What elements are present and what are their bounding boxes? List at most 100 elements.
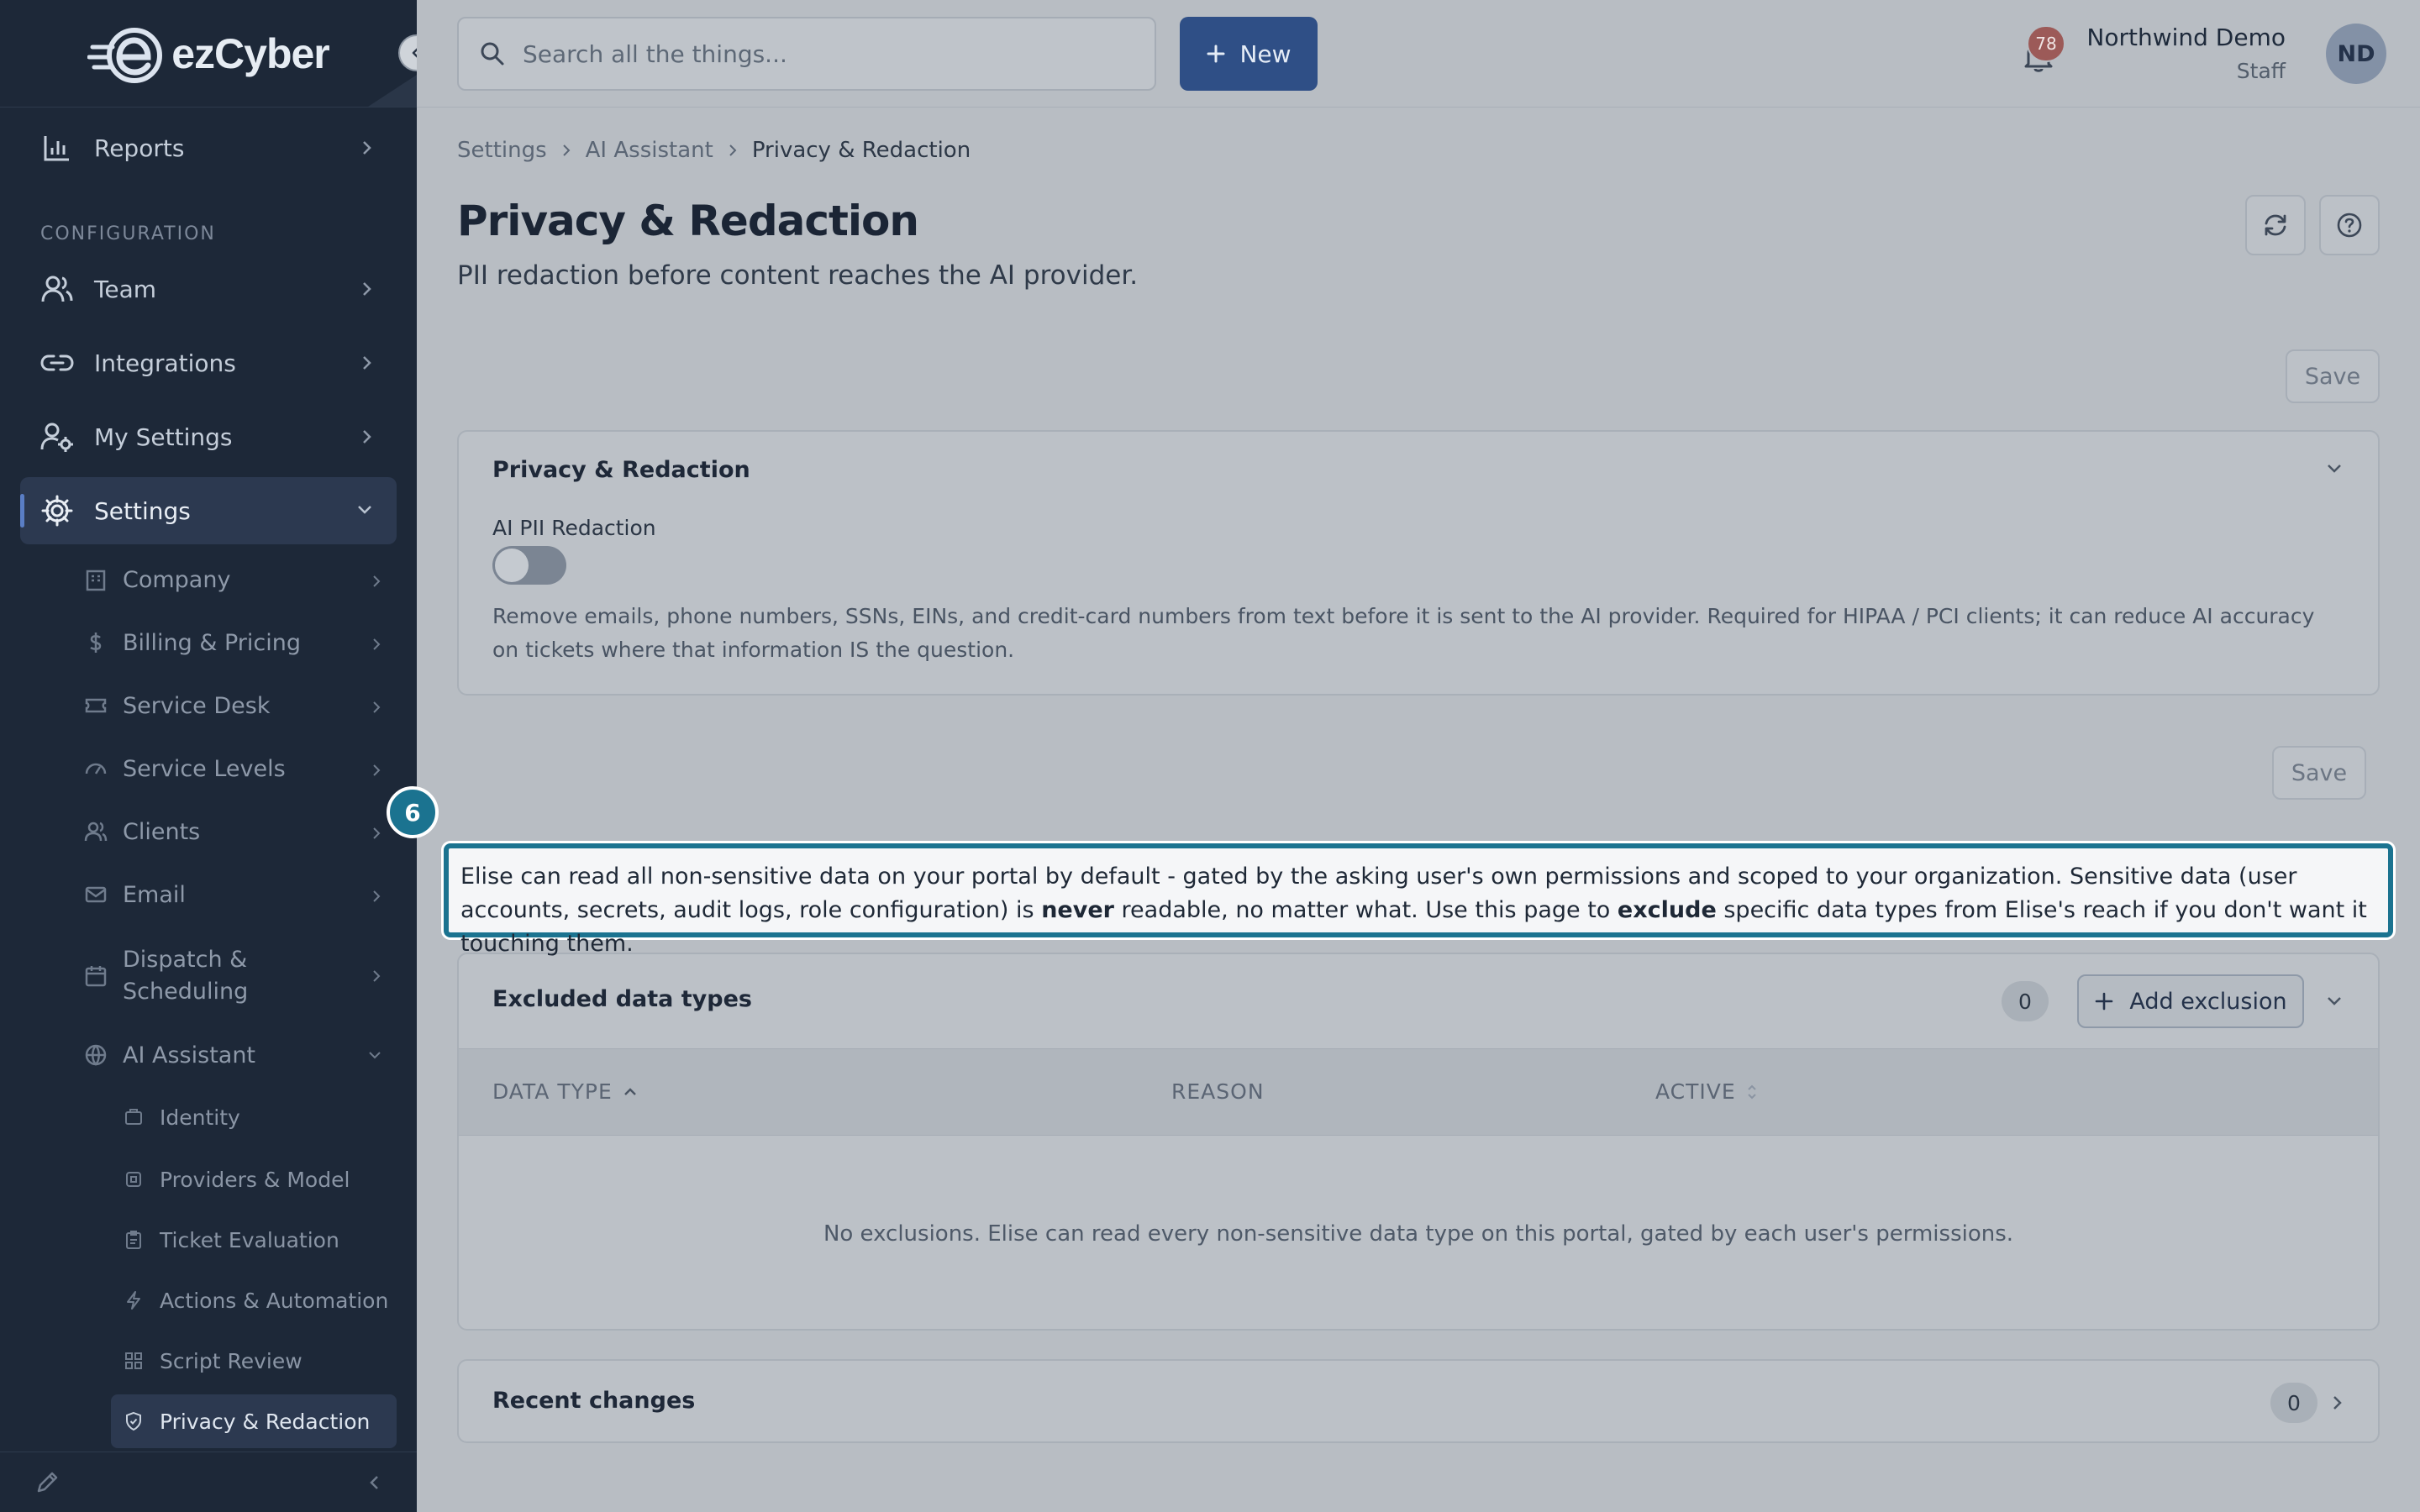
chevron-right-icon	[373, 764, 381, 776]
sidebar-item-service-desk[interactable]: Service Desk	[74, 679, 397, 732]
chevron-down-icon[interactable]	[2324, 993, 2344, 1010]
sidebar-item-privacy-redaction[interactable]: Privacy & Redaction	[111, 1394, 397, 1448]
chevron-right-icon	[373, 638, 381, 650]
breadcrumb: Settings AI Assistant Privacy & Redactio…	[457, 138, 971, 163]
search-box[interactable]	[457, 17, 1156, 91]
chevron-right-icon	[363, 282, 371, 296]
recent-changes-count-badge: 0	[2270, 1383, 2317, 1423]
sidebar-item-label: Service Levels	[123, 755, 286, 782]
breadcrumb-current: Privacy & Redaction	[751, 138, 971, 163]
exclusions-count-badge: 0	[2002, 981, 2049, 1021]
gear-icon	[40, 494, 74, 528]
search-input[interactable]	[523, 39, 1111, 68]
ticket-icon	[82, 692, 109, 719]
sidebar-item-label: Reports	[94, 134, 185, 162]
sidebar-item-label: Integrations	[94, 349, 236, 377]
chevron-down-icon[interactable]	[2324, 460, 2344, 477]
sidebar-item-label: Billing & Pricing	[123, 629, 302, 656]
shield-icon	[123, 1410, 145, 1432]
sidebar-item-clients[interactable]: Clients	[74, 805, 397, 858]
chevron-right-icon	[373, 890, 381, 902]
clients-icon	[82, 818, 109, 845]
sidebar-item-actions-automation[interactable]: Actions & Automation	[111, 1273, 397, 1327]
grid-icon	[123, 1350, 145, 1372]
help-icon	[2337, 213, 2362, 238]
sidebar-item-dispatch-scheduling[interactable]: Dispatch & Scheduling	[74, 942, 397, 1010]
save-button-top[interactable]: Save	[2286, 349, 2380, 403]
recent-changes-card[interactable]: Recent changes 0	[457, 1359, 2380, 1443]
ai-pii-redaction-toggle[interactable]	[492, 546, 566, 585]
sidebar-item-integrations[interactable]: Integrations	[20, 329, 397, 396]
sidebar-item-label: Providers & Model	[160, 1167, 350, 1192]
sidebar-item-label: Settings	[94, 496, 191, 525]
sidebar-item-billing-pricing[interactable]: Billing & Pricing	[74, 616, 397, 669]
empty-state-message: No exclusions. Elise can read every non-…	[823, 1221, 2014, 1247]
refresh-button[interactable]	[2245, 195, 2306, 255]
chevron-left-icon	[412, 48, 417, 58]
page-title: Privacy & Redaction	[457, 197, 919, 245]
user-name[interactable]: Northwind Demo	[2086, 24, 2286, 51]
save-button-bottom[interactable]: Save	[2272, 746, 2366, 800]
sidebar-item-label: Dispatch & Scheduling	[123, 947, 249, 1005]
logo[interactable]: ezCyber	[87, 24, 330, 84]
breadcrumb-settings[interactable]: Settings	[457, 138, 547, 163]
column-label: REASON	[1171, 1079, 1265, 1104]
column-header-data-type[interactable]: DATA TYPE	[492, 1079, 638, 1104]
sidebar-item-ticket-evaluation[interactable]: Ticket Evaluation	[111, 1213, 397, 1267]
sidebar-item-script-review[interactable]: Script Review	[111, 1334, 397, 1388]
notification-badge[interactable]: 78	[2027, 25, 2065, 62]
sidebar-item-label: My Settings	[94, 423, 233, 451]
chevron-right-icon[interactable]	[2329, 1393, 2344, 1413]
chevron-down-icon	[369, 1052, 381, 1059]
sidebar-item-email[interactable]: Email	[74, 868, 397, 921]
sidebar-item-label: Ticket Evaluation	[160, 1227, 339, 1252]
sidebar: ezCyber Reports CONFIGURATION Team Integ…	[0, 0, 417, 1512]
brand-name: ezCyber	[171, 29, 330, 77]
chevron-right-icon	[363, 141, 371, 155]
sidebar-item-label: Actions & Automation	[160, 1288, 389, 1313]
ai-pii-redaction-description: Remove emails, phone numbers, SSNs, EINs…	[492, 604, 2315, 662]
sidebar-item-my-settings[interactable]: My Settings	[20, 403, 397, 470]
avatar[interactable]: ND	[2326, 24, 2386, 84]
pencil-icon[interactable]	[34, 1469, 60, 1496]
add-exclusion-label: Add exclusion	[2129, 988, 2287, 1015]
sort-ascending-icon	[623, 1087, 636, 1095]
ai-pii-redaction-label: AI PII Redaction	[492, 516, 656, 540]
sort-icon	[1747, 1084, 1756, 1099]
sidebar-item-service-levels[interactable]: Service Levels	[74, 742, 397, 795]
logo-icon	[87, 27, 163, 83]
sidebar-item-ai-assistant[interactable]: AI Assistant	[74, 1028, 397, 1082]
plus-icon	[1207, 45, 1225, 63]
sidebar-item-providers-model[interactable]: Providers & Model	[111, 1152, 397, 1206]
breadcrumb-ai-assistant[interactable]: AI Assistant	[586, 138, 713, 163]
chip-icon	[123, 1168, 145, 1190]
sidebar-item-company[interactable]: Company	[74, 553, 397, 606]
sidebar-item-label: Script Review	[160, 1348, 302, 1373]
sidebar-item-settings[interactable]: Settings	[20, 477, 397, 544]
brand-header: ezCyber	[0, 0, 417, 108]
sidebar-item-identity[interactable]: Identity	[111, 1090, 397, 1144]
sidebar-item-label: Service Desk	[123, 692, 271, 719]
chevron-right-icon	[373, 701, 381, 713]
sidebar-collapse-button[interactable]	[398, 34, 417, 71]
help-button[interactable]	[2319, 195, 2380, 255]
column-header-reason: REASON	[1171, 1079, 1265, 1104]
chevron-right-icon	[560, 142, 572, 159]
link-icon	[40, 346, 74, 380]
calendar-icon	[82, 963, 109, 990]
user-cog-icon	[40, 420, 74, 454]
bolt-icon	[123, 1289, 145, 1311]
chevron-down-icon	[358, 506, 371, 514]
users-icon	[40, 272, 74, 306]
sidebar-item-reports[interactable]: Reports	[20, 114, 397, 181]
new-button[interactable]: New	[1180, 17, 1318, 91]
add-exclusion-button[interactable]: Add exclusion	[2077, 974, 2304, 1028]
callout-text: readable, no matter what. Use this page …	[1113, 897, 1618, 923]
sidebar-item-team[interactable]: Team	[20, 255, 397, 323]
search-icon	[481, 42, 504, 66]
chevron-left-icon[interactable]	[366, 1473, 383, 1493]
plus-icon	[2096, 992, 2113, 1011]
tour-callout: Elise can read all non-sensitive data on…	[444, 843, 2393, 957]
column-header-active[interactable]: ACTIVE	[1655, 1079, 1758, 1104]
callout-emphasis-never: never	[1041, 897, 1114, 923]
